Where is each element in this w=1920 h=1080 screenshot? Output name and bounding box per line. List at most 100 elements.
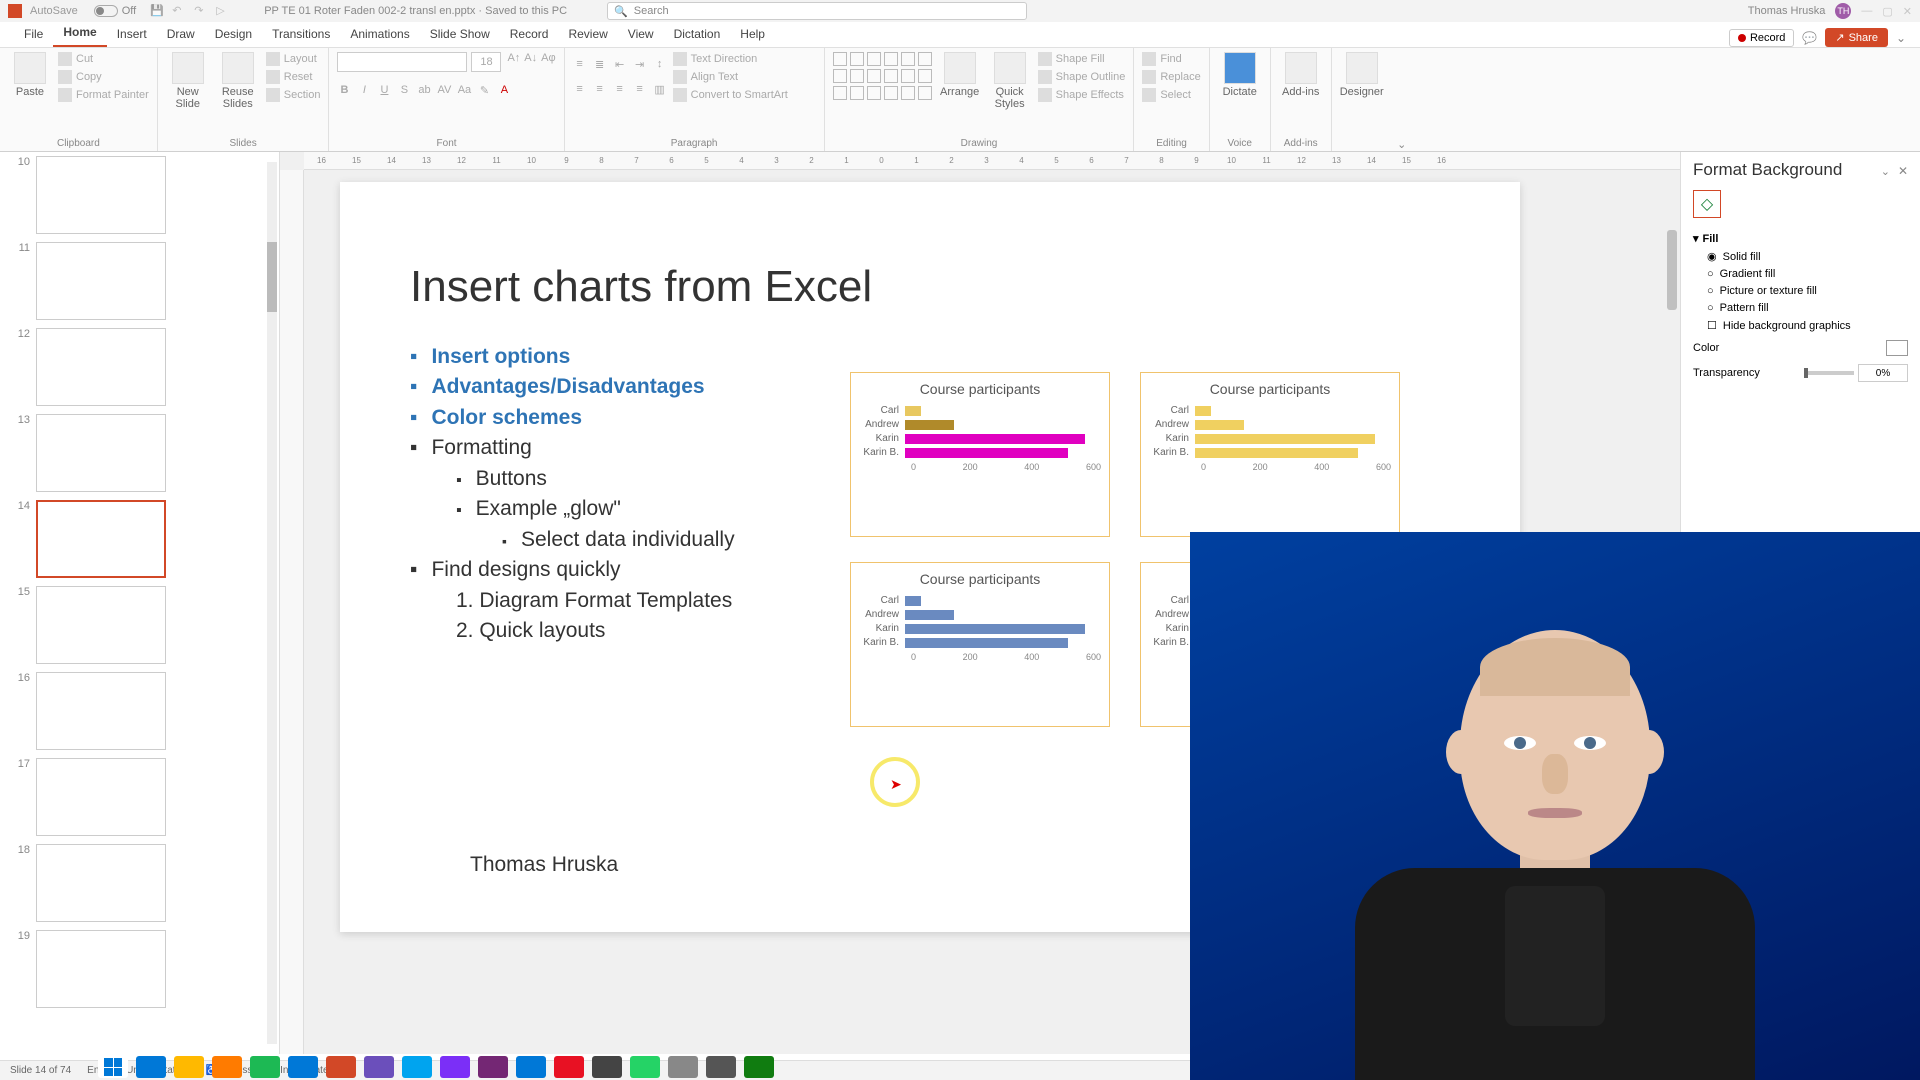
font-color-button[interactable]: A (497, 84, 511, 97)
copy-button[interactable]: Copy (58, 70, 149, 84)
designer-button[interactable]: Designer (1340, 52, 1384, 98)
fill-section-header[interactable]: ▾Fill (1693, 232, 1908, 245)
start-button[interactable] (98, 1056, 128, 1078)
taskbar-app-3[interactable] (250, 1056, 280, 1078)
taskbar-app-16[interactable] (744, 1056, 774, 1078)
align-center-icon[interactable]: ≡ (593, 83, 607, 96)
highlight-button[interactable]: ✎ (477, 84, 491, 97)
gradient-fill-radio[interactable]: ○Gradient fill (1707, 268, 1908, 280)
tab-record[interactable]: Record (500, 23, 559, 47)
color-picker[interactable] (1886, 340, 1908, 356)
tab-draw[interactable]: Draw (157, 23, 205, 47)
slide-thumbnail-15[interactable]: 15 (0, 582, 279, 668)
shape-outline-button[interactable]: Shape Outline (1038, 70, 1126, 84)
start-from-beginning-icon[interactable]: ▷ (216, 4, 230, 18)
taskbar-app-13[interactable] (630, 1056, 660, 1078)
window-restore-icon[interactable]: ▢ (1882, 5, 1892, 18)
clear-format-icon[interactable]: Aφ (541, 52, 555, 72)
strike-button[interactable]: S (397, 84, 411, 97)
align-left-icon[interactable]: ≡ (573, 83, 587, 96)
quick-styles-button[interactable]: Quick Styles (988, 52, 1032, 110)
shape-fill-button[interactable]: Shape Fill (1038, 52, 1126, 66)
format-painter-button[interactable]: Format Painter (58, 88, 149, 102)
char-spacing-button[interactable]: AV (437, 84, 451, 97)
pane-close-icon[interactable]: ✕ (1898, 164, 1908, 178)
chart-2[interactable]: Course participantsCarlAndrewKarinKarin … (1140, 372, 1400, 537)
align-text-button[interactable]: Align Text (673, 70, 788, 84)
scrollbar-thumb[interactable] (267, 242, 277, 312)
shadow-button[interactable]: ab (417, 84, 431, 97)
taskbar-app-2[interactable] (212, 1056, 242, 1078)
thumbnail-scrollbar[interactable] (267, 162, 277, 1044)
ribbon-collapse-icon[interactable]: ⌄ (1896, 31, 1906, 45)
solid-fill-radio[interactable]: ◉Solid fill (1707, 250, 1908, 263)
tab-file[interactable]: File (14, 23, 53, 47)
redo-icon[interactable]: ↷ (194, 4, 208, 18)
increase-font-icon[interactable]: A↑ (507, 52, 520, 72)
columns-icon[interactable]: ▥ (653, 83, 667, 96)
transparency-slider[interactable] (1804, 371, 1854, 375)
taskbar-app-12[interactable] (592, 1056, 622, 1078)
window-minimize-icon[interactable]: — (1861, 5, 1872, 17)
slide-position[interactable]: Slide 14 of 74 (10, 1065, 71, 1076)
taskbar-app-9[interactable] (478, 1056, 508, 1078)
tab-design[interactable]: Design (205, 23, 262, 47)
pane-options-icon[interactable]: ⌄ (1881, 166, 1890, 178)
replace-button[interactable]: Replace (1142, 70, 1200, 84)
slide-thumbnail-14[interactable]: 14 (0, 496, 279, 582)
fill-tab-icon[interactable]: ◇ (1693, 190, 1721, 218)
chart-1[interactable]: Course participantsCarlAndrewKarinKarin … (850, 372, 1110, 537)
search-input[interactable]: 🔍 Search (607, 2, 1027, 20)
slide-thumbnail-18[interactable]: 18 (0, 840, 279, 926)
chart-3[interactable]: Course participantsCarlAndrewKarinKarin … (850, 562, 1110, 727)
paste-button[interactable]: Paste (8, 52, 52, 98)
taskbar-app-6[interactable] (364, 1056, 394, 1078)
undo-icon[interactable]: ↶ (172, 4, 186, 18)
new-slide-button[interactable]: New Slide (166, 52, 210, 110)
reuse-slides-button[interactable]: Reuse Slides (216, 52, 260, 110)
underline-button[interactable]: U (377, 84, 391, 97)
user-avatar[interactable]: TH (1835, 3, 1851, 19)
taskbar-app-10[interactable] (516, 1056, 546, 1078)
hide-bg-checkbox[interactable]: ☐Hide background graphics (1707, 319, 1908, 332)
justify-icon[interactable]: ≡ (633, 83, 647, 96)
taskbar-app-8[interactable] (440, 1056, 470, 1078)
italic-button[interactable]: I (357, 84, 371, 97)
slide-author[interactable]: Thomas Hruska (470, 853, 618, 877)
bullets-icon[interactable]: ≡ (573, 58, 587, 71)
ribbon-collapse-caret-icon[interactable]: ⌄ (1392, 48, 1412, 151)
change-case-button[interactable]: Aa (457, 84, 471, 97)
picture-fill-radio[interactable]: ○Picture or texture fill (1707, 285, 1908, 297)
share-button[interactable]: ↗Share (1825, 28, 1888, 47)
slide-thumbnail-16[interactable]: 16 (0, 668, 279, 754)
tab-review[interactable]: Review (558, 23, 617, 47)
decrease-font-icon[interactable]: A↓ (524, 52, 537, 72)
slide-body[interactable]: Insert options Advantages/Disadvantages … (410, 342, 735, 646)
taskbar-app-5[interactable] (326, 1056, 356, 1078)
taskbar-app-14[interactable] (668, 1056, 698, 1078)
taskbar-app-7[interactable] (402, 1056, 432, 1078)
convert-smartart-button[interactable]: Convert to SmartArt (673, 88, 788, 102)
bold-button[interactable]: B (337, 84, 351, 97)
text-direction-button[interactable]: Text Direction (673, 52, 788, 66)
tab-slideshow[interactable]: Slide Show (420, 23, 500, 47)
font-family-select[interactable] (337, 52, 467, 72)
window-close-icon[interactable]: ✕ (1903, 5, 1912, 18)
dec-indent-icon[interactable]: ⇤ (613, 58, 627, 71)
reset-button[interactable]: Reset (266, 70, 321, 84)
record-button[interactable]: Record (1729, 29, 1794, 47)
taskbar-app-0[interactable] (136, 1056, 166, 1078)
slide-thumbnail-13[interactable]: 13 (0, 410, 279, 496)
tab-dictation[interactable]: Dictation (664, 23, 731, 47)
addins-button[interactable]: Add-ins (1279, 52, 1323, 98)
align-right-icon[interactable]: ≡ (613, 83, 627, 96)
taskbar-app-1[interactable] (174, 1056, 204, 1078)
shape-effects-button[interactable]: Shape Effects (1038, 88, 1126, 102)
cut-button[interactable]: Cut (58, 52, 149, 66)
slide-thumbnail-19[interactable]: 19 (0, 926, 279, 1012)
arrange-button[interactable]: Arrange (938, 52, 982, 98)
slide-thumbnail-17[interactable]: 17 (0, 754, 279, 840)
dictate-button[interactable]: Dictate (1218, 52, 1262, 98)
taskbar-app-11[interactable] (554, 1056, 584, 1078)
section-button[interactable]: Section (266, 88, 321, 102)
